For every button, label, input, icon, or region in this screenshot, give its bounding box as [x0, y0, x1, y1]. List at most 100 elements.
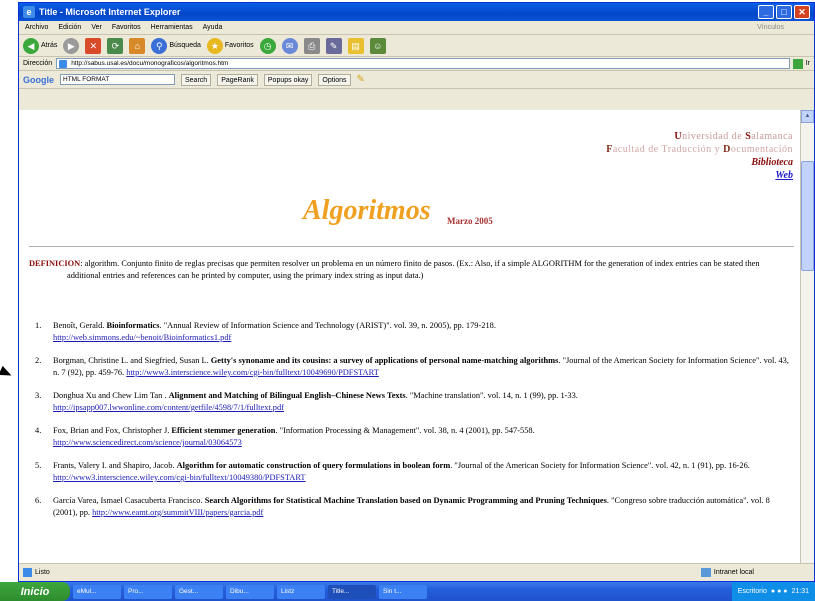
- menu-ayuda[interactable]: Ayuda: [203, 24, 223, 31]
- ref-link[interactable]: http://ipsapp007.lwwonline.com/content/g…: [53, 403, 284, 412]
- options-button[interactable]: Options: [318, 73, 351, 86]
- maximize-button[interactable]: □: [776, 5, 792, 19]
- forward-button[interactable]: ▶: [63, 37, 80, 54]
- biblioteca-label: Biblioteca: [751, 157, 793, 168]
- go-arrow-icon[interactable]: [792, 58, 803, 69]
- menu-bar: Archivo Edición Ver Favoritos Herramient…: [19, 21, 814, 35]
- scroll-thumb[interactable]: [801, 161, 814, 271]
- menu-archivo[interactable]: Archivo: [25, 24, 48, 31]
- back-button[interactable]: ◀ Atrás: [23, 37, 58, 54]
- status-bar: Listo Intranet local: [19, 563, 814, 581]
- menu-edicion[interactable]: Edición: [58, 24, 81, 31]
- google-search-input[interactable]: HTML FORMAT: [60, 74, 175, 85]
- taskbar: Inicio eMul... Pro... Gest... Dibu... Li…: [0, 582, 815, 601]
- taskbar-item-listz[interactable]: Listz: [277, 584, 325, 599]
- refresh-button[interactable]: ⟳: [107, 37, 124, 54]
- reference-list: 1. Benoît, Gerald. Bioinformatics. "Annu…: [35, 320, 793, 530]
- taskbar-item-gest[interactable]: Gest...: [175, 584, 223, 599]
- ref-number: 1.: [35, 321, 42, 330]
- google-search-button[interactable]: Search: [181, 73, 212, 86]
- start-label: Inicio: [20, 585, 50, 598]
- menu-ver[interactable]: Ver: [91, 24, 102, 31]
- browser-window: e Title - Microsoft Internet Explorer _ …: [18, 2, 815, 582]
- page-icon: [23, 568, 32, 577]
- taskbar-item-pro[interactable]: Pro...: [124, 584, 172, 599]
- close-button[interactable]: ✕: [794, 5, 810, 19]
- go-button[interactable]: Ir: [806, 60, 810, 67]
- tray-icons[interactable]: ● ● ●: [771, 588, 788, 595]
- list-item: 5. Frants, Valery I. and Shapiro, Jacob.…: [35, 460, 793, 484]
- folder-button[interactable]: ▤: [347, 37, 364, 54]
- ref-number: 4.: [35, 426, 42, 435]
- ref-authors: Benoît, Gerald.: [53, 321, 107, 330]
- favorites-label: Favoritos: [224, 42, 254, 49]
- taskbar-item-title[interactable]: Title...: [328, 584, 376, 599]
- search-icon: ⚲: [151, 37, 168, 54]
- fac-text-2: ocumentación: [730, 144, 793, 155]
- taskbar-item-dibu[interactable]: Dibu...: [226, 584, 274, 599]
- ref-number: 2.: [35, 356, 42, 365]
- ref-source: . "Information Processing & Management".…: [275, 426, 535, 435]
- uni-text-1: niversidad de: [682, 131, 746, 142]
- ie-logo-icon: e: [23, 6, 35, 18]
- security-zone[interactable]: Intranet local: [700, 568, 754, 577]
- annotation-arrow-icon: [0, 365, 14, 381]
- list-item: 4. Fox, Brian and Fox, Christopher J. Ef…: [35, 425, 793, 449]
- institution-header: Universidad de Salamanca Facultad de Tra…: [606, 130, 793, 182]
- address-bar: Dirección http://sabus.usal.es/docu/mono…: [19, 57, 814, 71]
- taskbar-item-sin-t[interactable]: Sin t...: [379, 584, 427, 599]
- ref-link[interactable]: http://www3.interscience.wiley.com/cgi-b…: [53, 473, 306, 482]
- star-icon: ★: [206, 37, 223, 54]
- clock[interactable]: 21:31: [791, 588, 809, 595]
- print-button[interactable]: ⎙: [303, 37, 320, 54]
- address-input[interactable]: http://sabus.usal.es/docu/monograficos/a…: [56, 58, 790, 69]
- pagerank-button[interactable]: PageRank: [217, 73, 258, 86]
- history-button[interactable]: ◷: [259, 37, 276, 54]
- menu-favoritos[interactable]: Favoritos: [112, 24, 141, 31]
- standard-toolbar: ◀ Atrás ▶ ✕ ⟳ ⌂ ⚲ Búsqueda ★ Favoritos ◷…: [19, 35, 814, 57]
- ref-link[interactable]: http://web.simmons.edu/~benoit/Bioinform…: [53, 333, 231, 342]
- back-label: Atrás: [41, 42, 58, 49]
- messenger-button[interactable]: ☺: [369, 37, 386, 54]
- title-bar[interactable]: e Title - Microsoft Internet Explorer _ …: [19, 3, 814, 21]
- list-item: 1. Benoît, Gerald. Bioinformatics. "Annu…: [35, 320, 793, 344]
- fac-initial-d: D: [723, 144, 731, 155]
- menu-herramientas[interactable]: Herramientas: [151, 24, 193, 31]
- divider: [29, 246, 794, 247]
- home-button[interactable]: ⌂: [129, 37, 146, 54]
- ref-title: Efficient stemmer generation: [171, 426, 276, 435]
- stop-button[interactable]: ✕: [85, 37, 102, 54]
- vertical-scrollbar[interactable]: ▲: [800, 110, 814, 564]
- search-button[interactable]: ⚲ Búsqueda: [151, 37, 201, 54]
- window-title: Title - Microsoft Internet Explorer: [39, 7, 181, 17]
- links-label[interactable]: Vínculos: [757, 24, 784, 31]
- fac-initial-f: F: [606, 144, 613, 155]
- ref-number: 6.: [35, 496, 42, 505]
- ref-link[interactable]: http://www3.interscience.wiley.com/cgi-b…: [126, 368, 379, 377]
- mail-button[interactable]: ✉: [281, 37, 298, 54]
- highlight-icon[interactable]: ✎: [357, 74, 365, 85]
- tray-label[interactable]: Escritorio: [738, 588, 767, 595]
- favorites-button[interactable]: ★ Favoritos: [206, 37, 254, 54]
- uni-initial-u: U: [674, 131, 683, 142]
- list-item: 2. Borgman, Christine L. and Siegfried, …: [35, 355, 793, 379]
- list-item: 3. Donghua Xu and Chew Lim Tan . Alignme…: [35, 390, 793, 414]
- web-link[interactable]: Web: [606, 169, 793, 182]
- status-text: Listo: [35, 569, 50, 576]
- scroll-up-icon[interactable]: ▲: [801, 110, 814, 123]
- google-brand[interactable]: Google: [23, 75, 54, 85]
- page-date: Marzo 2005: [447, 216, 493, 226]
- ref-number: 3.: [35, 391, 42, 400]
- popups-button[interactable]: Popups okay: [263, 73, 313, 86]
- start-button[interactable]: Inicio: [0, 582, 70, 601]
- ref-title: Getty's synoname and its cousins: a surv…: [210, 356, 559, 365]
- ref-source: . "Annual Review of Information Science …: [159, 321, 496, 330]
- minimize-button[interactable]: _: [758, 5, 774, 19]
- ref-link[interactable]: http://www.eamt.org/summitVIII/papers/ga…: [92, 508, 263, 517]
- definition-text: : algorithm. Conjunto finito de reglas p…: [67, 259, 760, 280]
- ref-link[interactable]: http://www.sciencedirect.com/science/jou…: [53, 438, 242, 447]
- ref-source: . "Journal of the American Society for I…: [450, 461, 750, 470]
- fac-text-1: acultad de Traducción y: [612, 144, 724, 155]
- taskbar-item-emule[interactable]: eMul...: [73, 584, 121, 599]
- edit-button[interactable]: ✎: [325, 37, 342, 54]
